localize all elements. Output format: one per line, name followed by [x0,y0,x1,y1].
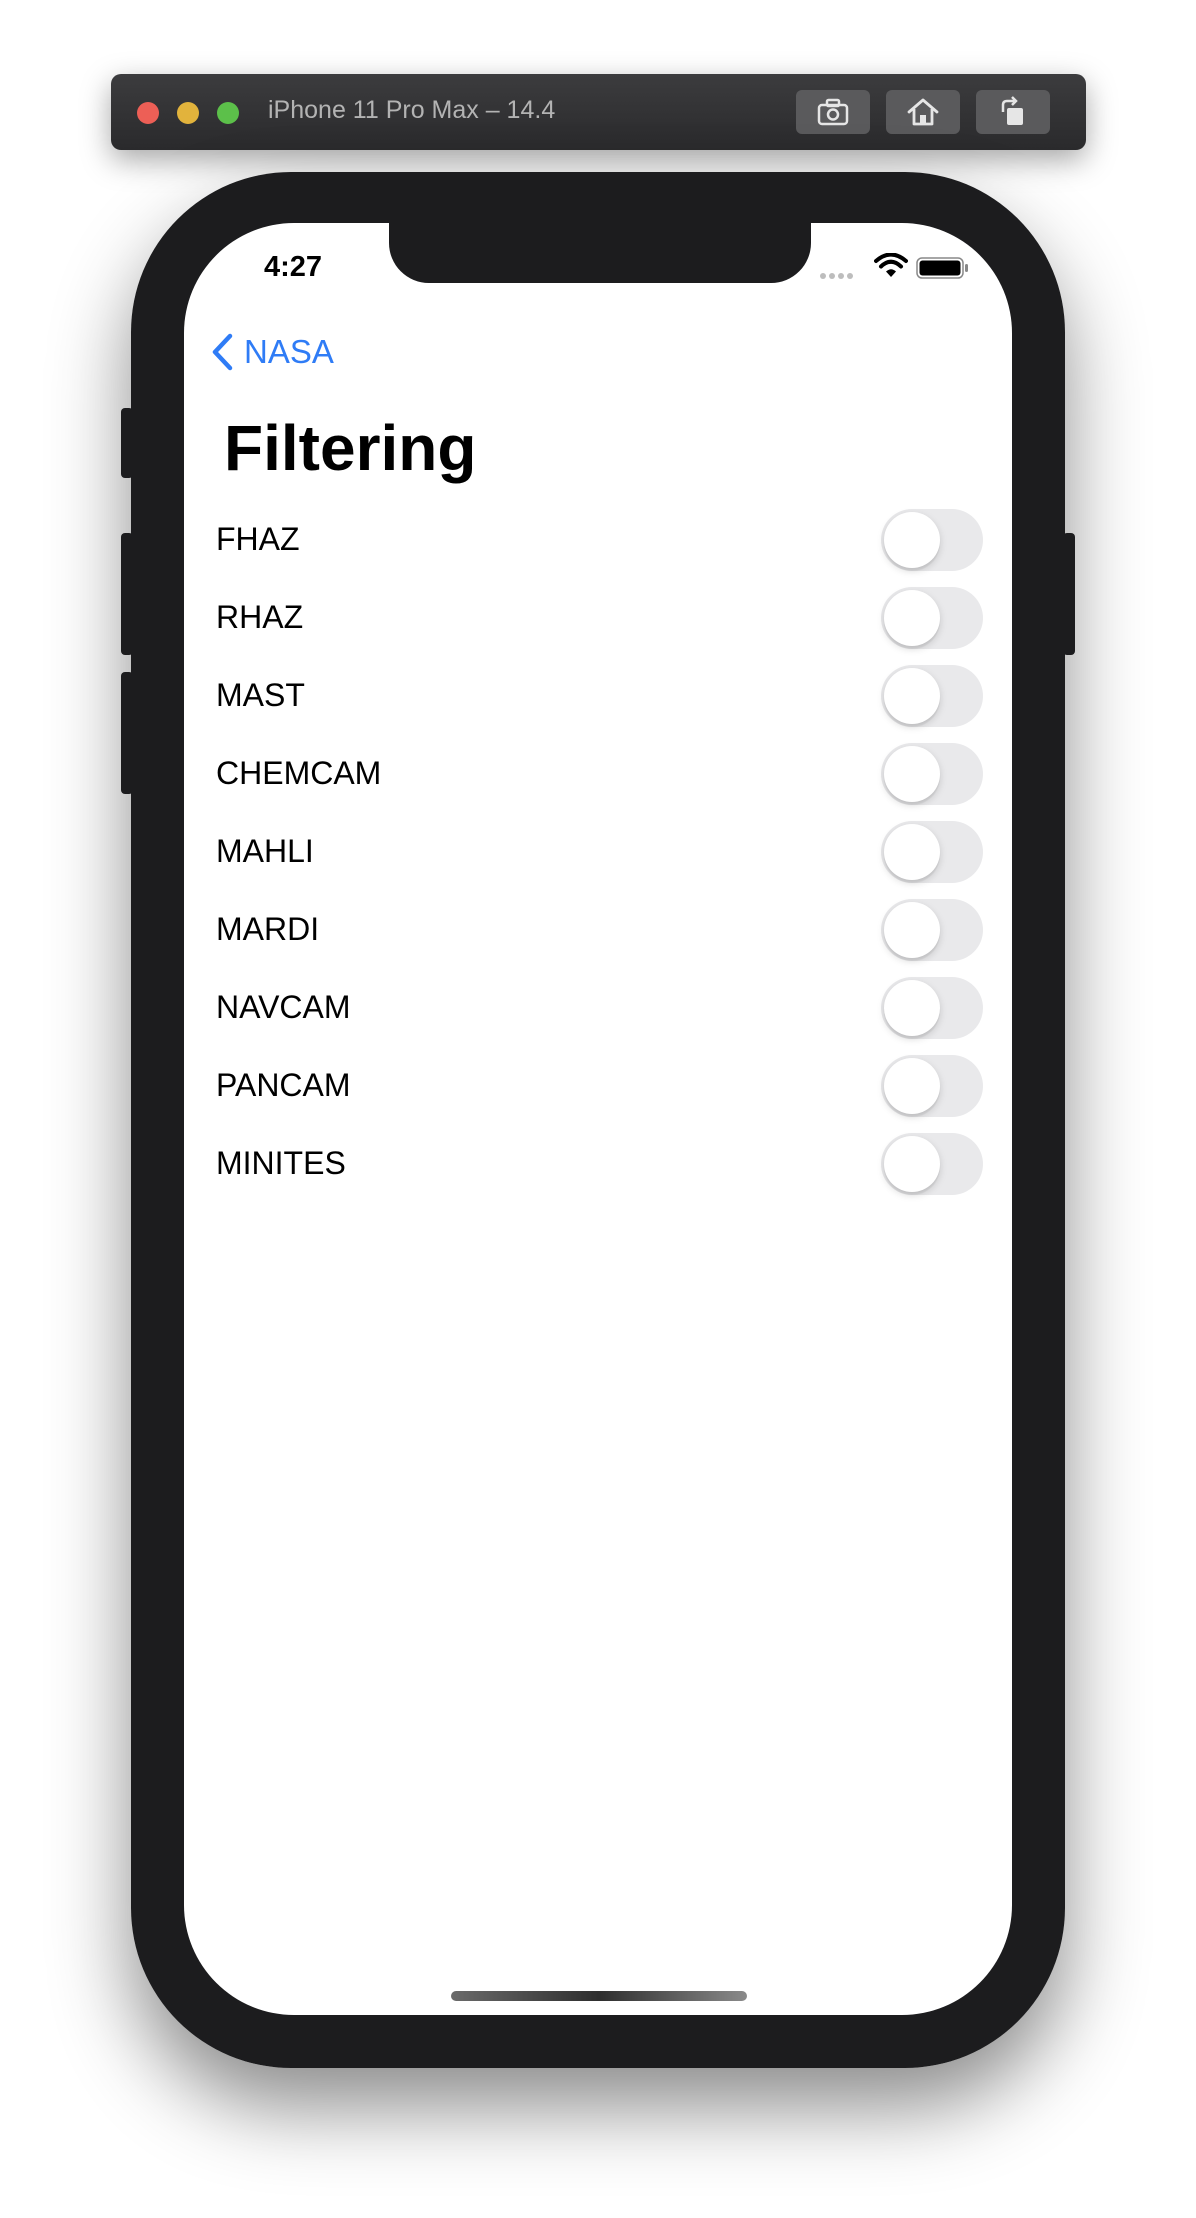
filter-toggle-fhaz[interactable] [881,509,983,571]
filter-toggle-minites[interactable] [881,1133,983,1195]
toggle-knob [884,824,940,880]
filter-toggle-mardi[interactable] [881,899,983,961]
phone-screen: 4:27 NASA Filtering FHAZ RHAZ MAST CHEMC… [184,223,1012,2015]
filter-row-pancam: PANCAM [184,1047,1012,1125]
filter-label: MAST [216,677,305,713]
filter-row-mardi: MARDI [184,891,1012,969]
minimize-window-button[interactable] [177,102,199,124]
filter-label: CHEMCAM [216,755,382,791]
filter-toggle-mahli[interactable] [881,821,983,883]
home-button[interactable] [886,90,960,134]
filter-label: PANCAM [216,1067,351,1103]
filter-label: NAVCAM [216,989,351,1025]
battery-icon [916,257,968,279]
toggle-knob [884,902,940,958]
zoom-window-button[interactable] [217,102,239,124]
toggle-knob [884,746,940,802]
simulator-stage: iPhone 11 Pro Max – 14.4 4:27 NASA Filte… [0,0,1196,2218]
filter-row-minites: MINITES [184,1125,1012,1203]
filter-toggle-navcam[interactable] [881,977,983,1039]
filter-row-mahli: MAHLI [184,813,1012,891]
filter-toggle-chemcam[interactable] [881,743,983,805]
filter-label: MARDI [216,911,320,947]
screenshot-button[interactable] [796,90,870,134]
toggle-knob [884,512,940,568]
cellular-signal-icon [820,273,853,279]
filter-row-chemcam: CHEMCAM [184,735,1012,813]
filter-label: RHAZ [216,599,304,635]
status-time: 4:27 [264,251,323,283]
filter-row-rhaz: RHAZ [184,579,1012,657]
rotate-icon [1001,96,1023,125]
simulator-title: iPhone 11 Pro Max – 14.4 [268,96,556,124]
filter-list: FHAZ RHAZ MAST CHEMCAM MAHLI MARDI NAVCA… [184,501,1012,1203]
chevron-left-icon [212,333,233,371]
filter-toggle-mast[interactable] [881,665,983,727]
close-window-button[interactable] [137,102,159,124]
filter-label: FHAZ [216,521,300,557]
filter-label: MAHLI [216,833,314,869]
home-indicator[interactable] [451,1991,747,2001]
filter-label: MINITES [216,1145,346,1181]
filter-row-navcam: NAVCAM [184,969,1012,1047]
toggle-knob [884,590,940,646]
filter-toggle-rhaz[interactable] [881,587,983,649]
filter-toggle-pancam[interactable] [881,1055,983,1117]
toggle-knob [884,668,940,724]
screenshot-icon [817,98,849,126]
page-title: Filtering [224,412,477,484]
wifi-icon [874,253,908,277]
back-button[interactable]: NASA [210,333,334,371]
filter-row-fhaz: FHAZ [184,501,1012,579]
rotate-button[interactable] [976,90,1050,134]
toggle-knob [884,1136,940,1192]
home-icon [907,98,939,126]
toggle-knob [884,980,940,1036]
simulator-title-bar: iPhone 11 Pro Max – 14.4 [111,74,1086,150]
toggle-knob [884,1058,940,1114]
back-button-label: NASA [244,333,334,370]
filter-row-mast: MAST [184,657,1012,735]
notch [389,223,811,283]
